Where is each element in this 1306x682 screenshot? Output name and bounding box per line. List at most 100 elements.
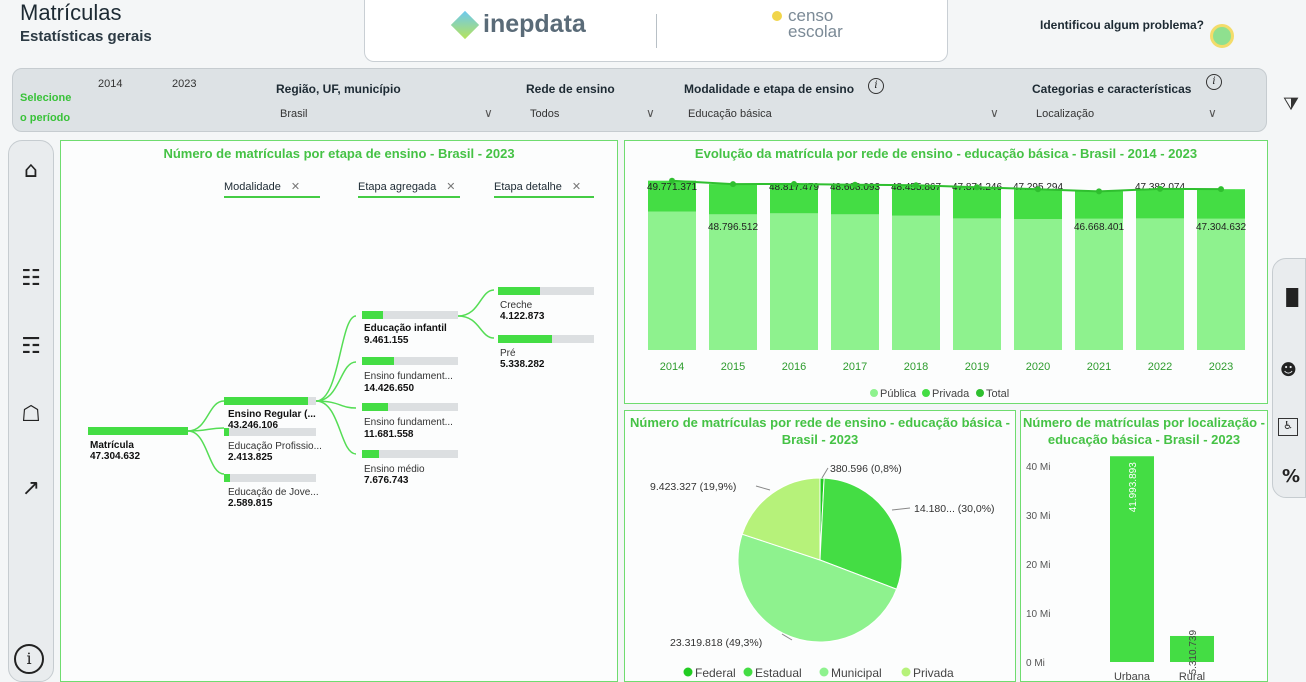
inep-gem-icon xyxy=(450,10,480,40)
info-icon[interactable]: i xyxy=(14,644,44,674)
home-icon[interactable]: ⌂ xyxy=(8,158,54,183)
l1-bar-fill xyxy=(224,474,230,482)
legend-label: Municipal xyxy=(831,666,882,680)
bar-privada xyxy=(1136,188,1184,219)
people-icon[interactable]: ☻ xyxy=(1280,360,1297,379)
categorias-info-icon[interactable]: i xyxy=(1206,74,1222,90)
legend-marker xyxy=(743,667,753,677)
regiao-select[interactable]: Brasil xyxy=(280,108,308,120)
total-data-label: 48.796.512 xyxy=(708,222,758,233)
l2-label-text: Educação infantil xyxy=(364,323,447,334)
l2-label: Ensino fundament... xyxy=(364,417,453,428)
rede-chevron-down-icon[interactable]: ∨ xyxy=(646,106,655,120)
l2-bar[interactable] xyxy=(362,357,458,365)
l3-bar[interactable] xyxy=(498,287,594,295)
school-icon[interactable]: ☖ xyxy=(8,402,54,427)
legend-marker xyxy=(901,667,911,677)
l2-label: Ensino fundament... xyxy=(364,371,453,382)
legend-label: Estadual xyxy=(755,666,802,680)
pie-chart: 380.596 (0,8%) 14.180... (30,0%) 23.319.81… xyxy=(650,463,995,680)
bar-publica xyxy=(1075,218,1123,350)
total-point xyxy=(1157,185,1163,192)
total-point xyxy=(669,177,675,184)
l1-label: Ensino Regular (... xyxy=(228,409,316,420)
bar-chart-icon[interactable]: ▐▌ xyxy=(1280,288,1305,307)
pie-data-label: 380.596 (0,8%) xyxy=(830,463,902,475)
l1-bar-fill xyxy=(224,428,229,436)
root-bar xyxy=(88,427,188,435)
logo-divider xyxy=(656,14,657,48)
report-problem-link[interactable]: Identificou algum problema? xyxy=(1040,18,1204,32)
tree-connectors xyxy=(187,289,495,475)
total-data-label: 46.668.401 xyxy=(1074,222,1124,233)
x-tick-label: 2014 xyxy=(660,361,684,373)
bar-privada xyxy=(709,184,757,215)
y-tick-label: 0 Mi xyxy=(1026,658,1045,669)
root-value: 47.304.632 xyxy=(90,451,141,462)
y-tick-label: 10 Mi xyxy=(1026,609,1050,620)
total-point xyxy=(791,181,797,188)
regiao-chevron-down-icon[interactable]: ∨ xyxy=(484,106,493,120)
pie-data-label: 9.423.327 (19,9%) xyxy=(650,481,736,493)
modalidade-select[interactable]: Educação básica xyxy=(688,108,772,120)
l2-bar[interactable] xyxy=(362,311,458,319)
l2-label: Ensino médio xyxy=(364,464,425,475)
censo-dot-icon xyxy=(772,11,782,21)
l1-bar[interactable] xyxy=(224,474,316,482)
year-start[interactable]: 2014 xyxy=(98,78,122,90)
l2-label: Educação infantil xyxy=(364,323,447,334)
pie-data-label: 14.180... (30,0%) xyxy=(914,503,995,515)
l2-bar-fill xyxy=(362,450,380,458)
modalidade-label: Modalidade e etapa de ensino xyxy=(684,82,855,96)
l3-bar[interactable] xyxy=(498,335,594,343)
teacher-icon[interactable]: ☶ xyxy=(8,334,54,359)
censo-escolar-logo: censo escolar xyxy=(772,7,843,40)
accessibility-icon[interactable]: ♿ xyxy=(1278,418,1298,436)
regiao-label: Região, UF, município xyxy=(276,82,401,96)
filter-bar xyxy=(12,68,1267,132)
categorias-label: Categorias e características xyxy=(1032,82,1192,96)
rede-label: Rede de ensino xyxy=(526,82,615,96)
x-tick-label: 2015 xyxy=(721,361,745,373)
legend-marker xyxy=(819,667,829,677)
x-tick-label: 2020 xyxy=(1026,361,1050,373)
legend-marker xyxy=(976,389,984,397)
modalidade-chevron-down-icon[interactable]: ∨ xyxy=(990,106,999,120)
modalidade-info-icon[interactable]: i xyxy=(868,78,884,94)
bar-privada xyxy=(1197,189,1245,219)
tree-node-root[interactable] xyxy=(88,427,188,435)
l2-bar-fill xyxy=(362,403,388,411)
categorias-chevron-down-icon[interactable]: ∨ xyxy=(1208,106,1217,120)
categorias-select[interactable]: Localização xyxy=(1036,108,1094,120)
total-data-label: 47.304.632 xyxy=(1196,222,1246,233)
l3-value: 4.122.873 xyxy=(500,311,545,322)
legend-label: Total xyxy=(986,388,1009,400)
l3-label: Creche xyxy=(500,300,533,311)
bar-publica xyxy=(831,214,879,350)
l1-bar[interactable] xyxy=(224,428,316,436)
x-tick-label: 2021 xyxy=(1087,361,1111,373)
root-label-text: Matrícula xyxy=(90,440,134,451)
l1-bar[interactable] xyxy=(224,397,316,405)
trend-chart-icon[interactable]: ↗ xyxy=(8,476,54,501)
bar-data-label: 41.993.893 xyxy=(1128,462,1139,512)
page-subtitle: Estatísticas gerais xyxy=(20,28,152,45)
total-point xyxy=(1035,186,1041,193)
total-point xyxy=(1096,188,1102,195)
bar-publica xyxy=(1136,218,1184,350)
page-title: Matrículas xyxy=(20,0,122,25)
l2-value: 7.676.743 xyxy=(364,475,409,486)
bar-publica xyxy=(1014,219,1062,350)
total-point xyxy=(730,181,736,188)
classroom-icon[interactable]: ☷ xyxy=(8,266,54,291)
l2-bar[interactable] xyxy=(362,403,458,411)
legend-label: Privada xyxy=(913,666,954,680)
lightbulb-icon[interactable] xyxy=(1210,24,1234,48)
bar-publica xyxy=(892,215,940,350)
rede-select[interactable]: Todos xyxy=(530,108,559,120)
year-end[interactable]: 2023 xyxy=(172,78,196,90)
l2-bar[interactable] xyxy=(362,450,458,458)
l1-label: Educação de Jove... xyxy=(228,487,319,498)
clear-filter-icon[interactable]: ⧩ xyxy=(1283,94,1299,115)
percent-icon[interactable]: % xyxy=(1282,466,1300,487)
